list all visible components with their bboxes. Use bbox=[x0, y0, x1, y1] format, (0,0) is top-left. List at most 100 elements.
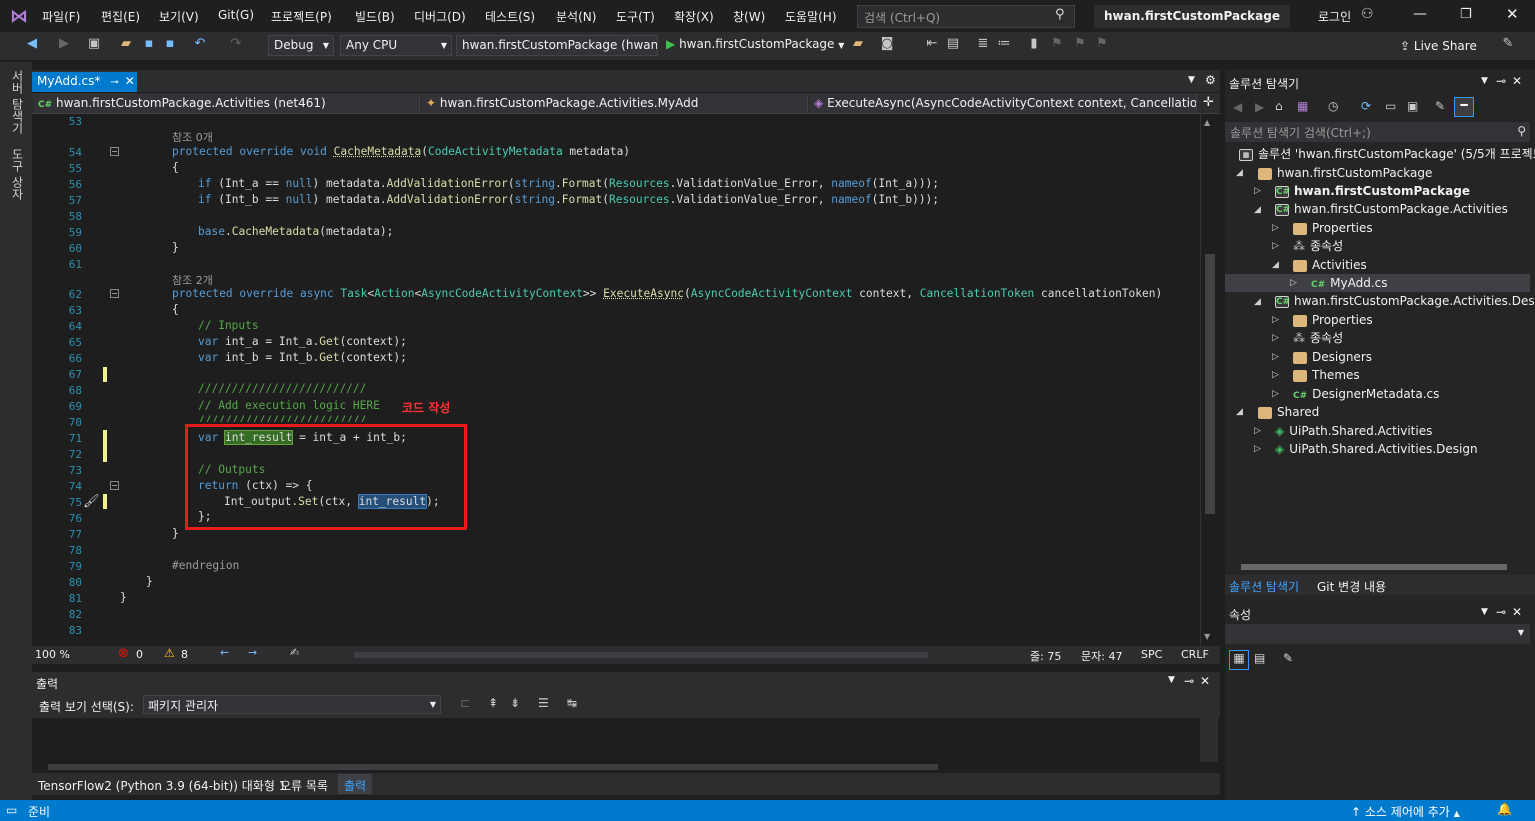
prev-issue-icon[interactable]: ← bbox=[220, 646, 229, 659]
menu-test[interactable]: 테스트(S) bbox=[485, 8, 535, 25]
output-horizontal-scrollbar[interactable] bbox=[48, 764, 938, 770]
col-indicator[interactable]: 문자: 47 bbox=[1081, 648, 1122, 664]
project-nav-select[interactable]: C# hwan.firstCustomPackage.Activities (n… bbox=[34, 94, 420, 113]
quick-action-icon[interactable]: 🖌 bbox=[83, 494, 100, 509]
codelens-refs[interactable]: 참조 0개 bbox=[172, 129, 213, 145]
tree-project-design[interactable]: C# hwan.firstCustomPackage.Activities.Des… bbox=[1275, 292, 1535, 310]
search-icon[interactable]: ⚲ bbox=[1055, 7, 1065, 22]
panel-menu-icon[interactable]: ▼ bbox=[1168, 675, 1175, 685]
brush-icon[interactable]: ✍ bbox=[290, 646, 299, 659]
platform-select[interactable]: Any CPU ▼ bbox=[340, 35, 452, 56]
properties-object-select[interactable]: ▼ bbox=[1225, 624, 1530, 644]
preview-icon[interactable]: ━ bbox=[1454, 97, 1474, 117]
save-all-icon[interactable]: ▪ bbox=[162, 36, 178, 52]
tab-git-changes[interactable]: Git 변경 내용 bbox=[1317, 578, 1386, 595]
output-content[interactable] bbox=[32, 718, 1218, 762]
codelens-refs[interactable]: 참조 2개 bbox=[172, 272, 213, 288]
tree-shared-activities-design[interactable]: ◈ UiPath.Shared.Activities.Design bbox=[1275, 440, 1478, 458]
tree-activities-folder[interactable]: Activities bbox=[1293, 256, 1367, 274]
save-icon[interactable]: ▪ bbox=[141, 36, 157, 52]
panel-menu-icon[interactable]: ▼ bbox=[1481, 76, 1488, 86]
back-icon[interactable]: ◀ bbox=[24, 36, 40, 52]
new-item-icon[interactable]: ▣ bbox=[86, 36, 102, 52]
forward-icon[interactable]: ▶ bbox=[1255, 100, 1264, 114]
collapse-arrow-icon[interactable]: ▷ bbox=[1290, 278, 1297, 288]
expand-arrow-icon[interactable]: ◢ bbox=[1272, 260, 1279, 270]
pin-icon[interactable]: ⊸ bbox=[110, 77, 118, 88]
show-all-files-icon[interactable]: ▣ bbox=[1407, 99, 1418, 113]
menu-git[interactable]: Git(G) bbox=[218, 8, 254, 22]
pin-icon[interactable]: ⊸ bbox=[1496, 74, 1506, 88]
tree-designers-folder[interactable]: Designers bbox=[1293, 348, 1372, 366]
tab-overflow-icon[interactable]: ▼ bbox=[1188, 75, 1195, 85]
fold-toggle[interactable]: − bbox=[110, 289, 119, 298]
menu-help[interactable]: 도움말(H) bbox=[785, 8, 837, 25]
tab-myadd[interactable]: MyAdd.cs* ⊸ ✕ bbox=[32, 72, 137, 92]
menu-debug[interactable]: 디버그(D) bbox=[414, 8, 466, 25]
startup-project-select[interactable]: hwan.firstCustomPackage (hwan.f bbox=[456, 35, 658, 56]
scroll-thumb[interactable] bbox=[1205, 254, 1215, 514]
solution-h-scrollbar[interactable] bbox=[1241, 564, 1507, 570]
feedback-icon[interactable]: ✎ bbox=[1500, 36, 1516, 52]
split-icon[interactable]: ✛ bbox=[1203, 95, 1214, 110]
tree-dependencies[interactable]: ⁂ 종속성 bbox=[1293, 237, 1343, 255]
fold-toggle[interactable]: − bbox=[110, 147, 119, 156]
solution-search-input[interactable]: 솔루션 탐색기 검색(Ctrl+;) ⚲ bbox=[1225, 122, 1530, 142]
find-message-icon[interactable]: ⊏ bbox=[460, 696, 470, 710]
tree-myadd-file[interactable]: C# MyAdd.cs bbox=[1311, 274, 1388, 292]
back-icon[interactable]: ◀ bbox=[1233, 100, 1242, 114]
type-nav-select[interactable]: ✦ hwan.firstCustomPackage.Activities.MyA… bbox=[422, 94, 808, 113]
panel-menu-icon[interactable]: ▼ bbox=[1481, 607, 1488, 617]
menu-build[interactable]: 빌드(B) bbox=[355, 8, 395, 25]
switch-view-icon[interactable]: ▦ bbox=[1297, 99, 1308, 113]
comment-icon[interactable]: ≔ bbox=[996, 36, 1012, 52]
properties-wrench-icon[interactable]: ✎ bbox=[1435, 99, 1445, 113]
zoom-select[interactable]: 100 % bbox=[35, 648, 70, 661]
collapse-arrow-icon[interactable]: ▷ bbox=[1272, 315, 1279, 325]
menu-file[interactable]: 파일(F) bbox=[42, 8, 80, 25]
tree-solution[interactable]: ▦ 솔루션 'hwan.firstCustomPackage' (5/5개 프로젝… bbox=[1239, 145, 1535, 163]
live-share-button[interactable]: ⇪ Live Share bbox=[1400, 39, 1477, 53]
collapse-arrow-icon[interactable]: ▷ bbox=[1272, 333, 1279, 343]
maximize-button[interactable]: ❐ bbox=[1460, 7, 1472, 22]
line-indicator[interactable]: 줄: 75 bbox=[1030, 648, 1061, 664]
collapse-arrow-icon[interactable]: ▷ bbox=[1272, 370, 1279, 380]
tree-shared[interactable]: Shared bbox=[1258, 403, 1319, 421]
panel-close-icon[interactable]: ✕ bbox=[1512, 605, 1522, 619]
panel-close-icon[interactable]: ✕ bbox=[1512, 74, 1522, 88]
next-message-icon[interactable]: ⇟ bbox=[510, 696, 520, 710]
forward-icon[interactable]: ▶ bbox=[56, 36, 72, 52]
menu-edit[interactable]: 편집(E) bbox=[101, 8, 140, 25]
output-window-icon[interactable]: ▭ bbox=[6, 803, 17, 817]
collapse-all-icon[interactable]: ▭ bbox=[1385, 99, 1396, 113]
tab-solution-explorer[interactable]: 솔루션 탐색기 bbox=[1229, 578, 1299, 595]
collapse-arrow-icon[interactable]: ▷ bbox=[1254, 426, 1261, 436]
bookmark-clear-icon[interactable]: ⚑ bbox=[1094, 36, 1110, 52]
layout-icon[interactable]: ▤ bbox=[945, 36, 961, 52]
search-input[interactable]: 검색 (Ctrl+Q) bbox=[857, 5, 1075, 28]
tree-design-properties[interactable]: Properties bbox=[1293, 311, 1373, 329]
collapse-arrow-icon[interactable]: ▷ bbox=[1272, 223, 1279, 233]
source-control-button[interactable]: ↑ 소스 제어에 추가 ▲ bbox=[1351, 803, 1460, 820]
config-select[interactable]: Debug ▼ bbox=[268, 35, 334, 56]
redo-icon[interactable]: ↷ bbox=[228, 36, 244, 52]
member-nav-select[interactable]: ◈ ExecuteAsync(AsyncCodeActivityContext … bbox=[810, 94, 1197, 113]
property-pages-icon[interactable]: ✎ bbox=[1283, 651, 1293, 665]
tree-project-activities[interactable]: C# hwan.firstCustomPackage.Activities bbox=[1275, 200, 1508, 218]
collapse-arrow-icon[interactable]: ▷ bbox=[1254, 444, 1261, 454]
undo-icon[interactable]: ↶ bbox=[192, 36, 208, 52]
alphabetical-icon[interactable]: ▤ bbox=[1254, 651, 1265, 665]
collapse-arrow-icon[interactable]: ▷ bbox=[1254, 186, 1261, 196]
error-count[interactable]: 0 bbox=[136, 648, 143, 661]
tree-design-dependencies[interactable]: ⁂ 종속성 bbox=[1293, 329, 1343, 347]
collapse-arrow-icon[interactable]: ▷ bbox=[1272, 241, 1279, 251]
spc-indicator[interactable]: SPC bbox=[1141, 648, 1162, 661]
menu-project[interactable]: 프로젝트(P) bbox=[271, 8, 332, 25]
editor-settings-icon[interactable]: ⚙ bbox=[1205, 73, 1216, 87]
expand-arrow-icon[interactable]: ◢ bbox=[1254, 205, 1261, 215]
tree-shared-activities[interactable]: ◈ UiPath.Shared.Activities bbox=[1275, 422, 1432, 440]
tree-shared-folder[interactable]: hwan.firstCustomPackage bbox=[1258, 164, 1432, 182]
tree-themes-folder[interactable]: Themes bbox=[1293, 366, 1360, 384]
browse-icon[interactable]: ▰ bbox=[850, 36, 866, 52]
menu-extensions[interactable]: 확장(X) bbox=[674, 8, 714, 25]
